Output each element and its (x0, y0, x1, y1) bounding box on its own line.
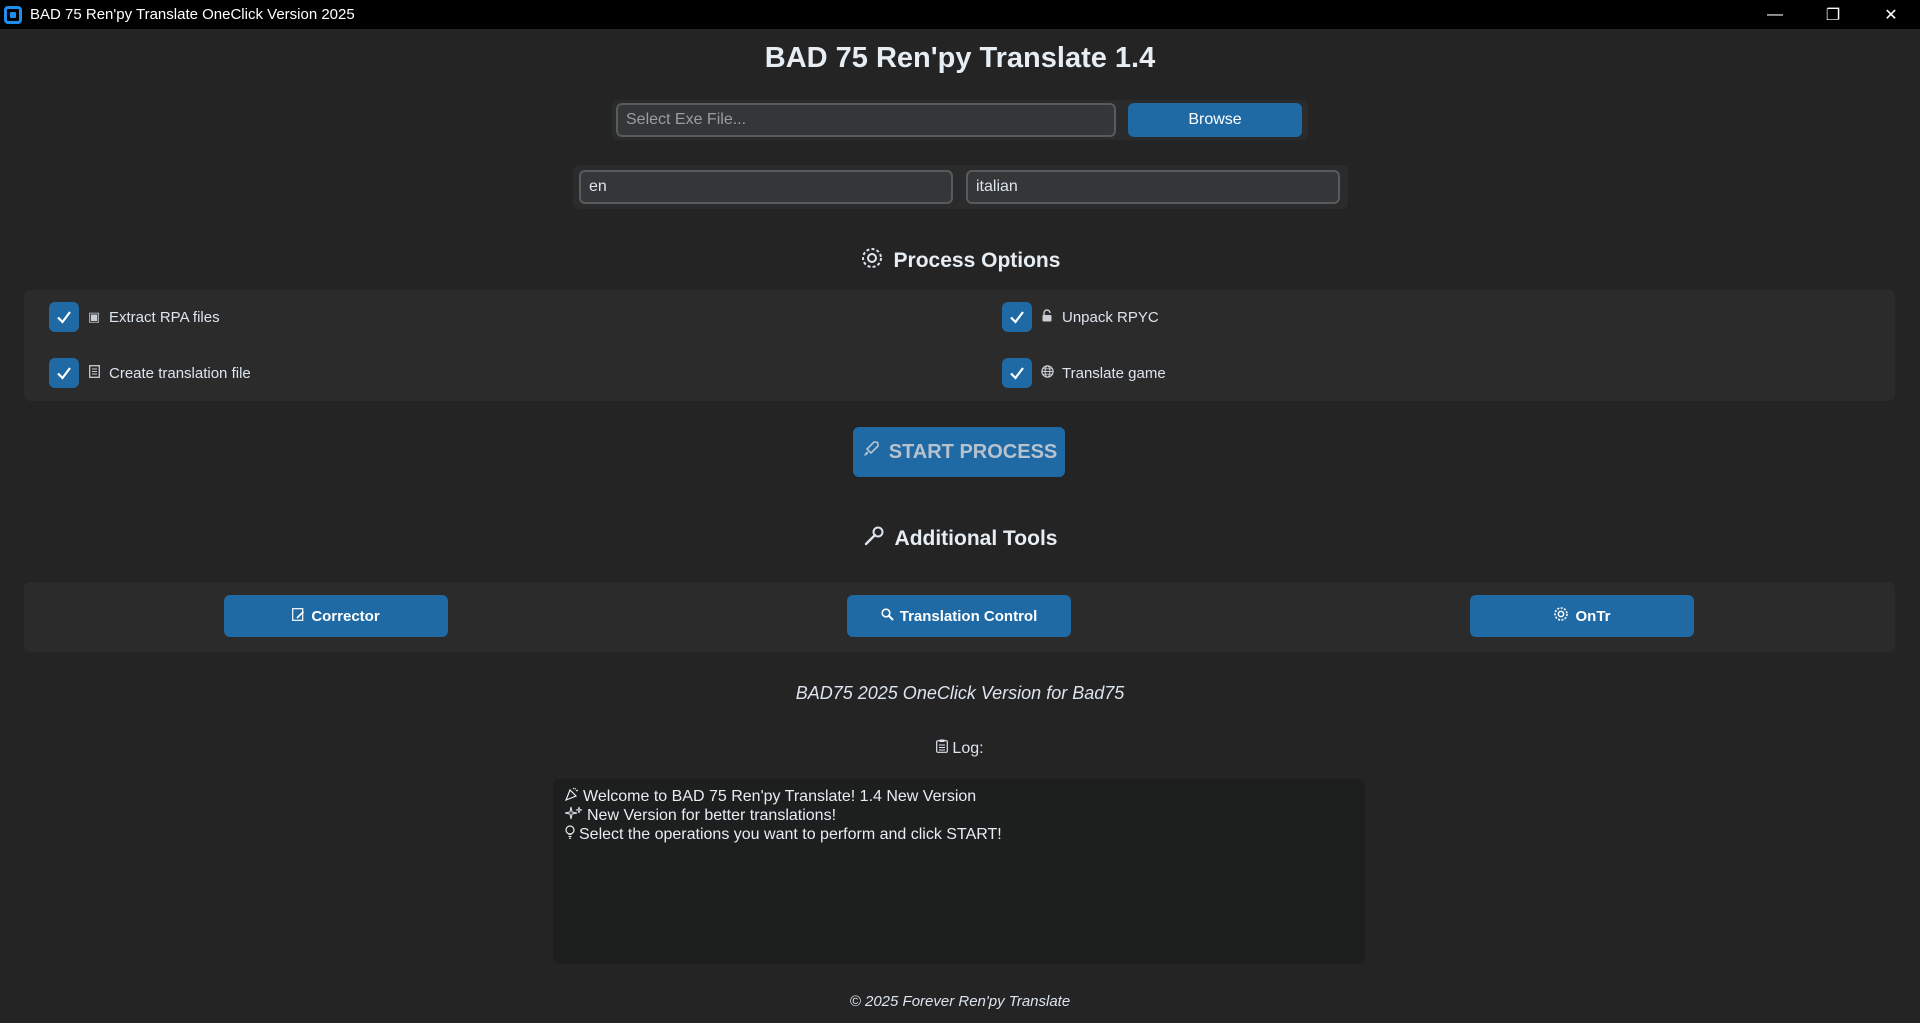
option-label: Translate game (1062, 364, 1166, 382)
party-icon (564, 787, 579, 806)
log-line-text: New Version for better translations! (587, 807, 837, 824)
sparkle-icon (564, 806, 583, 825)
checkmark-icon (1010, 367, 1024, 380)
source-language-input[interactable] (579, 170, 953, 204)
checkmark-icon (57, 367, 71, 380)
window-titlebar: BAD 75 Ren'py Translate OneClick Version… (0, 0, 1920, 29)
translation-control-label: Translation Control (899, 607, 1038, 625)
process-options-heading: Process Options (0, 246, 1920, 276)
additional-tools-title: Additional Tools (894, 527, 1058, 550)
minimize-button[interactable]: — (1746, 0, 1804, 29)
log-line: New Version for better translations! (564, 806, 1353, 825)
log-heading: Log: (0, 739, 1920, 758)
option-extract-rpa[interactable]: ▣ Extract RPA files (49, 302, 220, 332)
document-icon (87, 365, 101, 381)
log-label: Log: (952, 739, 984, 757)
option-unpack-rpyc[interactable]: Unpack RPYC (1002, 302, 1159, 332)
process-options-panel (24, 290, 1895, 401)
minimize-icon: — (1767, 5, 1783, 23)
extract-rpa-checkbox[interactable] (49, 302, 79, 332)
rocket-icon (861, 439, 881, 465)
window-controls: — ❐ ✕ (1746, 0, 1920, 29)
ontr-label: OnTr (1575, 607, 1611, 625)
exe-file-input[interactable] (616, 103, 1116, 137)
log-textbox[interactable]: Welcome to BAD 75 Ren'py Translate! 1.4 … (553, 779, 1365, 964)
checkmark-icon (57, 311, 71, 324)
target-language-input[interactable] (966, 170, 1340, 204)
log-line-text: Select the operations you want to perfor… (579, 826, 1002, 843)
corrector-button[interactable]: Corrector (224, 595, 448, 637)
globe-icon (1040, 365, 1054, 381)
restore-icon: ❐ (1825, 6, 1841, 24)
option-translate-game[interactable]: Translate game (1002, 358, 1166, 388)
log-line: Select the operations you want to perfor… (565, 825, 1353, 844)
browse-button[interactable]: Browse (1128, 103, 1302, 137)
additional-tools-heading: Additional Tools (0, 525, 1920, 553)
process-options-title: Process Options (893, 249, 1061, 272)
start-process-button[interactable]: START PROCESS (853, 427, 1065, 477)
unlock-icon (1040, 309, 1054, 325)
corrector-label: Corrector (311, 607, 380, 625)
restore-button[interactable]: ❐ (1804, 0, 1862, 29)
package-icon: ▣ (87, 309, 101, 324)
wrench-icon (863, 525, 885, 553)
create-translation-checkbox[interactable] (49, 358, 79, 388)
version-text: BAD75 2025 OneClick Version for Bad75 (795, 683, 1125, 703)
gear-icon (860, 246, 884, 276)
option-label: Create translation file (109, 364, 251, 382)
edit-icon (292, 607, 305, 625)
ontr-button[interactable]: OnTr (1470, 595, 1694, 637)
option-create-translation[interactable]: Create translation file (49, 358, 251, 388)
page-title: BAD 75 Ren'py Translate 1.4 (764, 42, 1156, 74)
translate-game-checkbox[interactable] (1002, 358, 1032, 388)
close-icon: ✕ (1884, 6, 1898, 24)
close-button[interactable]: ✕ (1862, 0, 1920, 29)
window-title: BAD 75 Ren'py Translate OneClick Version… (30, 6, 355, 23)
log-line-text: Welcome to BAD 75 Ren'py Translate! 1.4 … (583, 788, 977, 805)
app-icon (4, 5, 22, 24)
option-label: Unpack RPYC (1062, 308, 1159, 326)
footer-copyright: © 2025 Forever Ren'py Translate (849, 993, 1071, 1010)
unpack-rpyc-checkbox[interactable] (1002, 302, 1032, 332)
option-label: Extract RPA files (109, 308, 220, 326)
log-line: Welcome to BAD 75 Ren'py Translate! 1.4 … (564, 787, 1353, 806)
start-process-label: START PROCESS (888, 440, 1058, 463)
lightbulb-icon (565, 825, 575, 844)
translation-control-button[interactable]: Translation Control (847, 595, 1071, 637)
clipboard-icon (936, 739, 949, 758)
gear-icon (1553, 606, 1569, 626)
checkmark-icon (1010, 311, 1024, 324)
search-icon (881, 607, 894, 625)
